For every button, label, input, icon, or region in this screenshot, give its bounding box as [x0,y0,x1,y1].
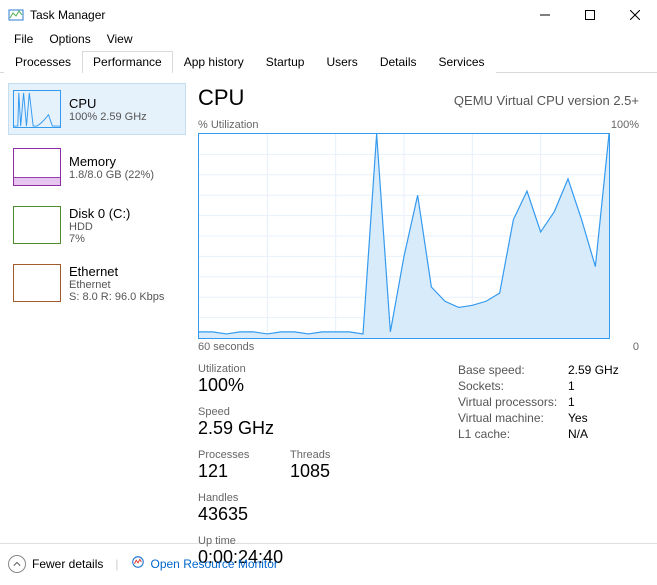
stat-val: 1 [568,379,575,393]
stat-key: Sockets: [458,379,568,393]
tab-services[interactable]: Services [428,51,496,73]
memory-thumb-icon [13,148,61,186]
sidebar-item-cpu[interactable]: CPU 100% 2.59 GHz [8,83,186,135]
stat-key: Virtual machine: [458,411,568,425]
sidebar-item-sub: 100% 2.59 GHz [69,111,147,123]
sidebar-item-label: Memory [69,154,154,169]
menu-options[interactable]: Options [41,30,98,50]
sidebar-item-label: CPU [69,96,147,111]
open-resource-monitor-link[interactable]: Open Resource Monitor [151,557,278,571]
stat-key: L1 cache: [458,427,568,441]
sidebar-item-sub: HDD 7% [69,221,130,245]
stat-key: Virtual processors: [458,395,568,409]
stat-val: 1 [568,395,575,409]
main-panel: CPU QEMU Virtual CPU version 2.5+ % Util… [192,73,657,543]
tab-performance[interactable]: Performance [82,51,173,73]
stat-val: Yes [568,411,588,425]
separator: | [115,557,118,571]
chart-top-left-label: % Utilization [198,119,259,131]
title-bar: Task Manager [0,0,657,30]
stat-label: Handles [198,492,258,504]
menu-view[interactable]: View [99,30,141,50]
tab-users[interactable]: Users [315,51,368,73]
stat-label: Threads [290,449,350,461]
stat-val: N/A [568,427,588,441]
menu-file[interactable]: File [6,30,41,50]
maximize-button[interactable] [567,0,612,30]
stat-value: 2.59 GHz [198,418,298,439]
page-title: CPU [198,85,244,111]
stat-label: Up time [198,535,283,547]
tab-startup[interactable]: Startup [255,51,316,73]
ethernet-thumb-icon [13,264,61,302]
chart-bottom-right-label: 0 [633,341,639,353]
chart-bottom-left-label: 60 seconds [198,341,254,353]
sidebar-item-label: Ethernet [69,264,164,279]
stat-label: Utilization [198,363,278,375]
app-icon [8,7,24,23]
stat-label: Processes [198,449,268,461]
chevron-up-icon [13,560,21,568]
sidebar-item-memory[interactable]: Memory 1.8/8.0 GB (22%) [8,141,186,193]
stat-key: Base speed: [458,363,568,377]
cpu-chart [198,133,610,339]
sidebar-item-disk[interactable]: Disk 0 (C:) HDD 7% [8,199,186,251]
window-title: Task Manager [30,8,522,22]
stat-label: Speed [198,406,298,418]
tab-strip: Processes Performance App history Startu… [0,50,657,73]
tab-details[interactable]: Details [369,51,428,73]
tab-app-history[interactable]: App history [173,51,255,73]
sidebar-item-label: Disk 0 (C:) [69,206,130,221]
stat-value: 121 [198,461,268,482]
sidebar: CPU 100% 2.59 GHz Memory 1.8/8.0 GB (22%… [0,73,192,543]
minimize-button[interactable] [522,0,567,30]
stat-value: 1085 [290,461,350,482]
chart-top-right-label: 100% [611,119,639,131]
sidebar-item-sub: 1.8/8.0 GB (22%) [69,169,154,181]
tab-processes[interactable]: Processes [4,51,82,73]
stat-value: 100% [198,375,278,396]
menu-bar: File Options View [0,30,657,50]
fewer-details-label[interactable]: Fewer details [32,557,103,571]
disk-thumb-icon [13,206,61,244]
stats-secondary: Base speed:2.59 GHz Sockets:1 Virtual pr… [458,363,619,578]
cpu-model: QEMU Virtual CPU version 2.5+ [454,93,639,108]
fewer-details-toggle[interactable] [8,555,26,573]
stats-primary: Utilization 100% Speed 2.59 GHz Processe… [198,363,408,578]
stat-value: 43635 [198,504,258,525]
sidebar-item-sub: Ethernet S: 8.0 R: 96.0 Kbps [69,279,164,303]
resource-monitor-icon [131,555,145,572]
close-button[interactable] [612,0,657,30]
stat-val: 2.59 GHz [568,363,619,377]
cpu-thumb-icon [13,90,61,128]
sidebar-item-ethernet[interactable]: Ethernet Ethernet S: 8.0 R: 96.0 Kbps [8,257,186,309]
